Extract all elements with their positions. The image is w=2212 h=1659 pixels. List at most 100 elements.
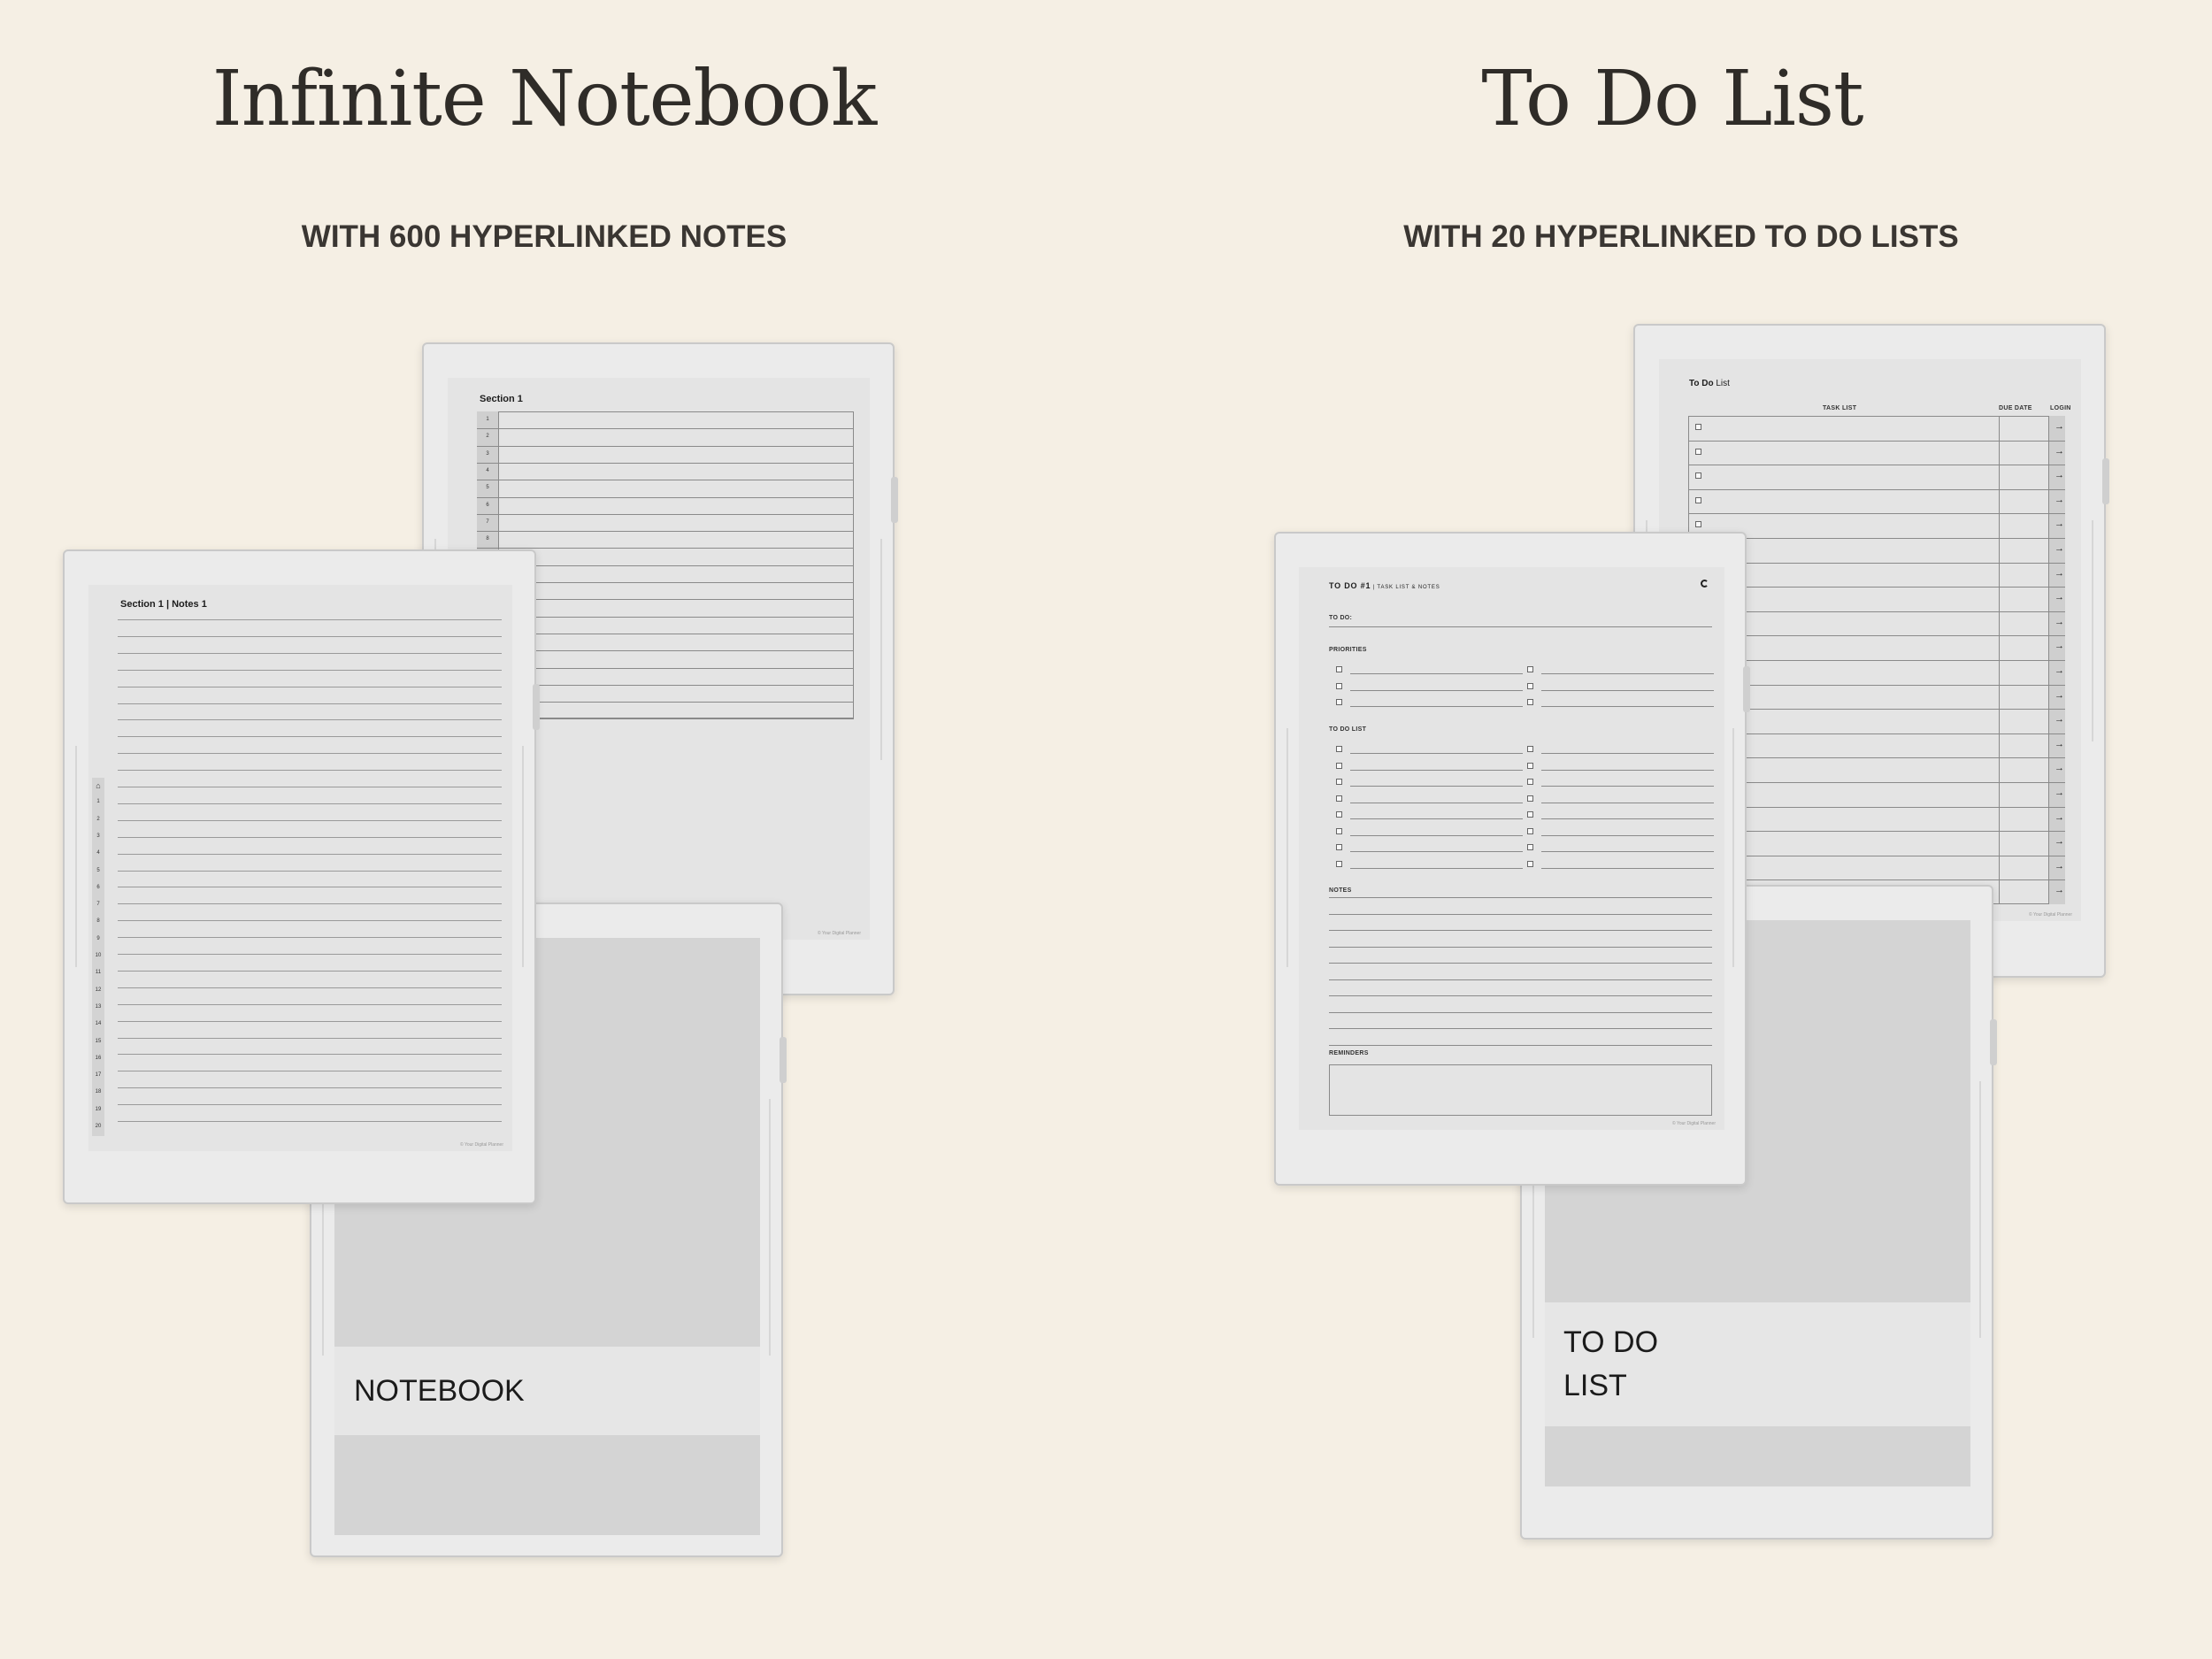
tab-5[interactable]: 5 bbox=[92, 868, 104, 873]
tab-16[interactable]: 16 bbox=[92, 1056, 104, 1061]
todo-line bbox=[1350, 867, 1523, 869]
todo-checkbox[interactable] bbox=[1527, 860, 1533, 867]
todo-cover-band: TO DO LIST bbox=[1545, 1302, 1970, 1426]
note-line bbox=[118, 719, 502, 721]
tab-12[interactable]: 12 bbox=[92, 987, 104, 993]
note-line bbox=[118, 937, 502, 939]
tab-9[interactable]: 9 bbox=[92, 936, 104, 941]
login-arrow-icon[interactable]: → bbox=[2055, 446, 2064, 457]
login-arrow-icon[interactable]: → bbox=[2055, 764, 2064, 773]
tab-20[interactable]: 20 bbox=[92, 1124, 104, 1129]
todo-checkbox[interactable] bbox=[1336, 827, 1342, 834]
note-line bbox=[118, 1020, 502, 1022]
tab-13[interactable]: 13 bbox=[92, 1004, 104, 1010]
home-icon[interactable]: ⌂ bbox=[92, 781, 104, 790]
todo-cover-line2: LIST bbox=[1563, 1369, 1627, 1402]
index-row-line bbox=[477, 548, 854, 549]
tab-2[interactable]: 2 bbox=[92, 817, 104, 822]
task-row-line bbox=[1688, 513, 2065, 515]
right-title: To Do List bbox=[1481, 55, 1863, 143]
task-checkbox[interactable] bbox=[1695, 424, 1701, 430]
tab-11[interactable]: 11 bbox=[92, 970, 104, 975]
todo-checkbox[interactable] bbox=[1527, 762, 1533, 769]
tab-18[interactable]: 18 bbox=[92, 1089, 104, 1094]
todo-checkbox[interactable] bbox=[1527, 827, 1533, 834]
todo-checkbox[interactable] bbox=[1336, 811, 1342, 818]
todo-line bbox=[1350, 851, 1523, 852]
login-arrow-icon[interactable]: → bbox=[2055, 471, 2064, 480]
login-arrow-icon[interactable]: → bbox=[2055, 837, 2064, 847]
tab-15[interactable]: 15 bbox=[92, 1039, 104, 1044]
login-arrow-icon[interactable]: → bbox=[2055, 422, 2064, 432]
index-row-number: 8 bbox=[486, 536, 489, 542]
login-arrow-icon[interactable]: → bbox=[2055, 593, 2064, 603]
todo-checkbox[interactable] bbox=[1336, 779, 1342, 785]
note-line bbox=[118, 903, 502, 905]
task-list-header: TASK LIST bbox=[1823, 405, 1857, 411]
index-row-line bbox=[477, 462, 854, 464]
todo-checkbox[interactable] bbox=[1336, 666, 1342, 672]
notes-line bbox=[1329, 1028, 1712, 1029]
index-row-line bbox=[477, 428, 854, 430]
login-arrow-icon[interactable]: → bbox=[2055, 495, 2064, 505]
tab-7[interactable]: 7 bbox=[92, 902, 104, 907]
login-arrow-icon[interactable]: → bbox=[2055, 886, 2064, 895]
login-arrow-icon[interactable]: → bbox=[2055, 641, 2064, 651]
task-checkbox[interactable] bbox=[1695, 496, 1701, 503]
login-arrow-icon[interactable]: → bbox=[2055, 861, 2064, 872]
index-page-title: Section 1 bbox=[480, 394, 523, 404]
todo-checkbox[interactable] bbox=[1527, 682, 1533, 689]
index-row-number: 3 bbox=[486, 450, 489, 457]
todo-checkbox[interactable] bbox=[1527, 844, 1533, 850]
task-checkbox[interactable] bbox=[1695, 448, 1701, 455]
todo-checkbox[interactable] bbox=[1527, 779, 1533, 785]
todo-checkbox[interactable] bbox=[1336, 699, 1342, 705]
task-checkbox[interactable] bbox=[1695, 521, 1701, 528]
notes-line bbox=[1329, 979, 1712, 980]
todo-checkbox[interactable] bbox=[1527, 699, 1533, 705]
note-line bbox=[118, 803, 502, 804]
login-arrow-icon[interactable]: → bbox=[2055, 666, 2064, 676]
login-arrow-icon[interactable]: → bbox=[2055, 544, 2064, 554]
notes-page-title: Section 1 | Notes 1 bbox=[120, 599, 207, 610]
todo-checkbox[interactable] bbox=[1527, 795, 1533, 802]
login-arrow-icon[interactable]: → bbox=[2055, 715, 2064, 725]
reminders-box[interactable] bbox=[1329, 1064, 1712, 1116]
tab-14[interactable]: 14 bbox=[92, 1021, 104, 1026]
tab-17[interactable]: 17 bbox=[92, 1072, 104, 1078]
note-line bbox=[118, 836, 502, 838]
login-arrow-icon[interactable]: → bbox=[2055, 617, 2064, 627]
tab-4[interactable]: 4 bbox=[92, 850, 104, 856]
todo-checkbox[interactable] bbox=[1527, 811, 1533, 818]
index-row-line bbox=[477, 513, 854, 515]
tab-8[interactable]: 8 bbox=[92, 918, 104, 924]
todo-checkbox[interactable] bbox=[1336, 844, 1342, 850]
todo-line bbox=[1541, 867, 1714, 869]
login-arrow-icon[interactable]: → bbox=[2055, 812, 2064, 823]
login-arrow-icon[interactable]: → bbox=[2055, 739, 2064, 749]
login-arrow-icon[interactable]: → bbox=[2055, 568, 2064, 579]
index-row-line bbox=[477, 445, 854, 447]
todo-line bbox=[1541, 834, 1714, 836]
tab-19[interactable]: 19 bbox=[92, 1107, 104, 1112]
todo-checkbox[interactable] bbox=[1527, 746, 1533, 752]
todo-cover-line1: TO DO bbox=[1563, 1325, 1659, 1359]
todo-checkbox[interactable] bbox=[1336, 860, 1342, 867]
tab-3[interactable]: 3 bbox=[92, 833, 104, 839]
tab-10[interactable]: 10 bbox=[92, 953, 104, 958]
todo-checkbox[interactable] bbox=[1527, 666, 1533, 672]
login-arrow-icon[interactable]: → bbox=[2055, 788, 2064, 798]
tab-6[interactable]: 6 bbox=[92, 885, 104, 890]
note-line bbox=[118, 1037, 502, 1039]
todo-checkbox[interactable] bbox=[1336, 682, 1342, 689]
todo-checkbox[interactable] bbox=[1336, 762, 1342, 769]
todo-checkbox[interactable] bbox=[1336, 746, 1342, 752]
tab-1[interactable]: 1 bbox=[92, 799, 104, 804]
notes-line bbox=[1329, 930, 1712, 931]
login-arrow-icon[interactable]: → bbox=[2055, 690, 2064, 701]
notes-line bbox=[1329, 897, 1712, 898]
task-checkbox[interactable] bbox=[1695, 472, 1701, 480]
refresh-icon[interactable] bbox=[1701, 580, 1709, 588]
login-arrow-icon[interactable]: → bbox=[2055, 519, 2064, 529]
todo-checkbox[interactable] bbox=[1336, 795, 1342, 802]
